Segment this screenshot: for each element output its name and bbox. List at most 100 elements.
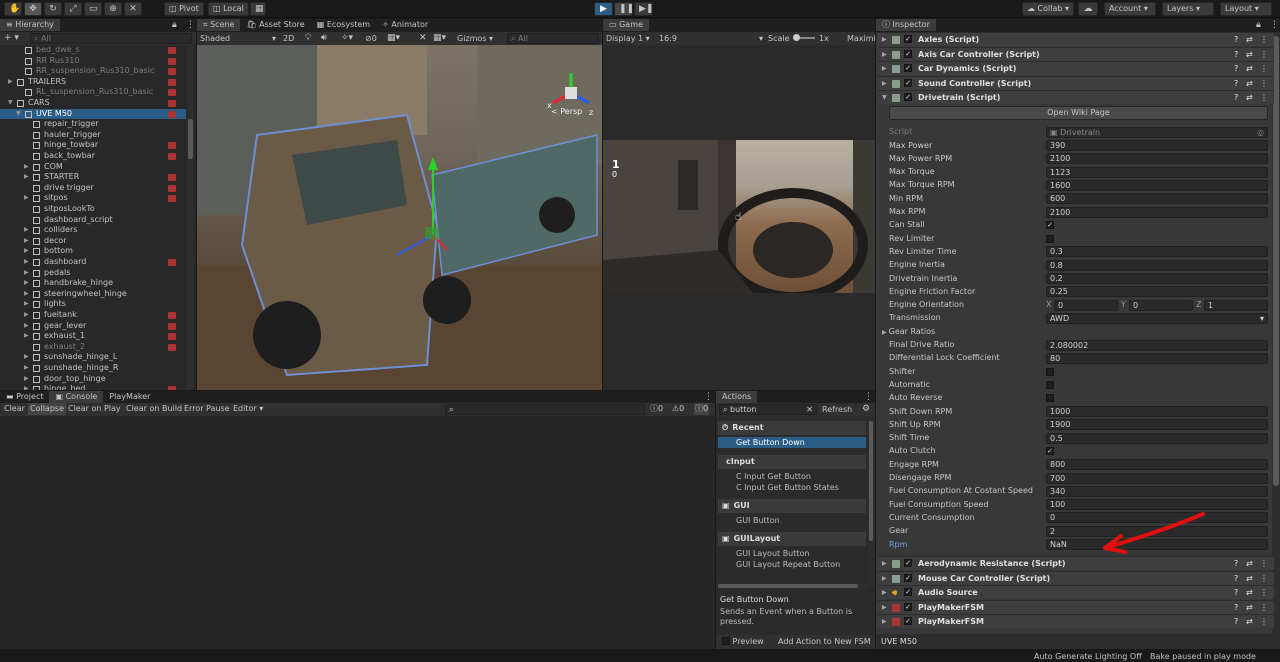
field-value-input[interactable]: 0.3 (1046, 246, 1268, 258)
hierarchy-item[interactable]: ▶ TRAILERS (0, 77, 186, 88)
preview-checkbox[interactable] (722, 637, 730, 645)
component-header[interactable]: ▶ ✓ Aerodynamic Resistance (Script)? ⇄ ⋮ (878, 556, 1274, 570)
expand-arrow-icon[interactable]: ▶ (24, 246, 29, 257)
component-header[interactable]: ▶ 🔊︎ ✓ Audio Source? ⇄ ⋮ (878, 585, 1274, 600)
collapse-button[interactable]: Collapse (28, 403, 66, 415)
tab-project[interactable]: ▬ Project (0, 391, 49, 403)
hierarchy-item[interactable]: ▶ dashboard (0, 257, 186, 268)
layers-dropdown[interactable]: Layers ▾ (1162, 2, 1214, 16)
foldout-arrow-icon[interactable]: ▶ (882, 572, 887, 585)
clear-button[interactable]: Clear (4, 403, 25, 415)
clear-on-play-button[interactable]: Clear on Play (68, 403, 121, 415)
tools-icon[interactable]: ✕ (419, 32, 427, 44)
account-dropdown[interactable]: Account ▾ (1104, 2, 1156, 16)
presets-icon[interactable]: ⇄ (1246, 62, 1253, 75)
effects-icon[interactable]: ✧▾ (341, 32, 353, 44)
vector-x-input[interactable]: 0 (1054, 299, 1118, 311)
tab-scene[interactable]: ⌗ Scene (197, 19, 241, 31)
action-category-header[interactable]: ▣ GUI (718, 499, 866, 513)
perspective-label[interactable]: < Persp (551, 107, 582, 116)
expand-arrow-icon[interactable]: ▶ (24, 193, 29, 204)
component-menu-icon[interactable]: ⋮ (1260, 91, 1268, 104)
component-menu-icon[interactable]: ⋮ (1260, 48, 1268, 61)
inspector-lock-icon[interactable]: 🔒︎ (1256, 19, 1261, 31)
field-value-input[interactable]: 1123 (1046, 166, 1268, 178)
component-menu-icon[interactable]: ⋮ (1260, 586, 1268, 599)
field-value-input[interactable]: 0.5 (1046, 432, 1268, 444)
field-value-input[interactable]: 2100 (1046, 153, 1268, 165)
vector-z-input[interactable]: 1 (1204, 299, 1268, 311)
field-value-input[interactable]: 80 (1046, 352, 1268, 364)
field-value-input[interactable]: 600 (1046, 193, 1268, 205)
hierarchy-item[interactable]: ▶ colliders (0, 225, 186, 236)
lock-icon[interactable]: 🔒︎ (172, 19, 177, 31)
hierarchy-item[interactable]: ▶ pedals (0, 268, 186, 279)
help-icon[interactable]: ? (1234, 33, 1238, 46)
enabled-checkbox[interactable]: ✓ (904, 49, 912, 58)
field-checkbox[interactable]: ✓ (1046, 447, 1054, 456)
presets-icon[interactable]: ⇄ (1246, 572, 1253, 585)
expand-arrow-icon[interactable]: ▶ (24, 363, 29, 374)
field-value-input[interactable]: 0.8 (1046, 259, 1268, 271)
actions-scrollbar[interactable] (868, 419, 874, 585)
hierarchy-item[interactable]: ▶ door_top_hinge (0, 374, 186, 385)
field-value-input[interactable]: 700 (1046, 472, 1268, 484)
field-value-input[interactable]: 1900 (1046, 419, 1268, 431)
vector-y-input[interactable]: 0 (1129, 299, 1193, 311)
enabled-checkbox[interactable]: ✓ (904, 602, 912, 611)
cloud-icon[interactable]: ☁ (1078, 2, 1098, 16)
expand-arrow-icon[interactable]: ▶ (24, 331, 29, 342)
component-header[interactable]: ▶ ✓ Car Dynamics (Script)? ⇄ ⋮ (878, 61, 1274, 76)
component-header[interactable]: ▶ ✓ Axles (Script)? ⇄ ⋮ (878, 32, 1274, 46)
scale-slider[interactable] (793, 34, 815, 41)
foldout-arrow-icon[interactable]: ▼ (882, 91, 887, 104)
actions-search-input[interactable]: ⌕ button ✕ (719, 404, 817, 415)
component-header[interactable]: ▼ ✓ Drivetrain (Script)? ⇄ ⋮ (878, 90, 1274, 105)
hierarchy-item[interactable]: ▼ CARS (0, 98, 186, 109)
refresh-button[interactable]: Refresh (822, 404, 852, 415)
field-value-input[interactable]: 340 (1046, 485, 1268, 497)
help-icon[interactable]: ? (1234, 586, 1238, 599)
foldout-arrow-icon[interactable]: ▶ (882, 33, 887, 46)
lighting-icon[interactable]: 💡︎ (305, 32, 311, 44)
help-icon[interactable]: ? (1234, 77, 1238, 90)
expand-arrow-icon[interactable]: ▶ (24, 172, 29, 183)
tab-actions[interactable]: Actions (716, 391, 758, 403)
field-checkbox[interactable]: ✓ (1046, 221, 1054, 230)
actions-settings-icon[interactable]: ⚙ (862, 403, 870, 415)
component-menu-icon[interactable]: ⋮ (1260, 572, 1268, 585)
foldout-arrow-icon[interactable]: ▶ (882, 601, 887, 614)
tab-console[interactable]: ▣ Console (49, 391, 104, 403)
hierarchy-scrollbar[interactable] (187, 47, 194, 390)
expand-arrow-icon[interactable]: ▶ (24, 299, 29, 310)
menu-icon[interactable]: ⋮ (186, 19, 195, 31)
presets-icon[interactable]: ⇄ (1246, 615, 1253, 628)
hierarchy-item[interactable]: ▶ gear_lever (0, 321, 186, 332)
editor-dropdown[interactable]: Editor ▾ (233, 403, 263, 415)
field-value-input[interactable]: 800 (1046, 459, 1268, 471)
field-value-input[interactable]: 1600 (1046, 179, 1268, 191)
actions-scroll-thumb[interactable] (869, 421, 873, 541)
component-header[interactable]: ▶ ✓ Mouse Car Controller (Script)? ⇄ ⋮ (878, 570, 1274, 585)
hierarchy-item[interactable]: RR Rus310 (0, 56, 186, 67)
hierarchy-item[interactable]: ▼ UVE M50 (0, 108, 186, 120)
console-log-area[interactable] (0, 416, 715, 649)
field-checkbox[interactable] (1046, 367, 1054, 376)
action-item[interactable]: C Input Get Button (718, 471, 866, 482)
hierarchy-item[interactable]: back_towbar (0, 151, 186, 162)
enabled-checkbox[interactable]: ✓ (904, 617, 912, 626)
foldout-arrow-icon[interactable]: ▶ (882, 615, 887, 628)
game-viewport[interactable]: ☝︎ 1 0 (603, 140, 875, 293)
field-value-input[interactable]: 0.2 (1046, 273, 1268, 284)
clear-on-build-button[interactable]: Clear on Build (126, 403, 182, 415)
hidden-layers-indicator[interactable]: ⊘0 (365, 33, 377, 44)
error-count[interactable]: ⓘ0 (694, 403, 710, 415)
field-value-input[interactable]: 2.080002 (1046, 339, 1268, 351)
action-item[interactable]: C Input Get Button States (718, 482, 866, 493)
camera-icon[interactable]: ▦▾ (387, 32, 400, 44)
expand-arrow-icon[interactable]: ▶ (24, 321, 29, 332)
hand-tool-icon[interactable]: ✋ (4, 2, 22, 16)
hierarchy-item[interactable]: ▶ decor (0, 236, 186, 247)
hierarchy-item[interactable]: ▶ sunshade_hinge_R (0, 363, 186, 374)
help-icon[interactable]: ? (1234, 62, 1238, 75)
